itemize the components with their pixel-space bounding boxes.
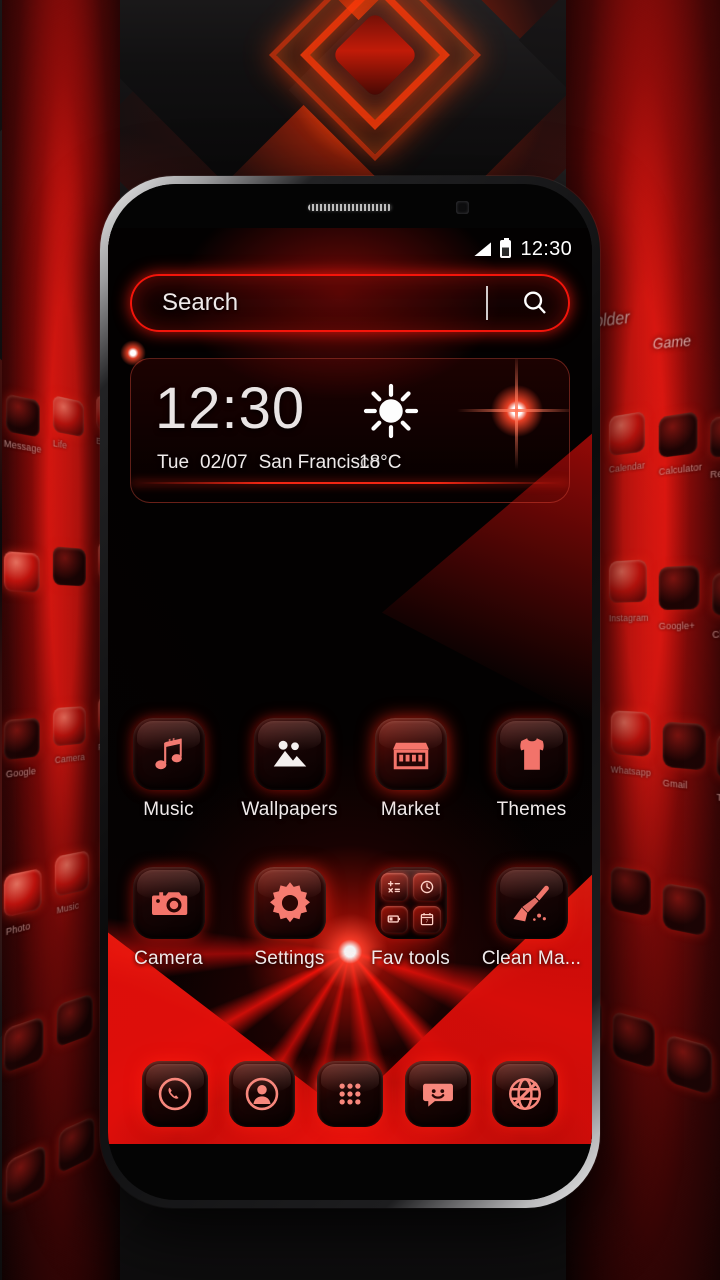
screenshot-scene: Message Life Email Google Camera Faceboo… bbox=[0, 0, 720, 1280]
panel-right-title-game: Game bbox=[652, 331, 693, 353]
panel-right-label: Chrome bbox=[712, 628, 720, 640]
dock bbox=[108, 1044, 592, 1144]
search-divider bbox=[486, 286, 488, 320]
status-bar: 12:30 bbox=[108, 228, 592, 270]
widget-clock: 12:30 bbox=[155, 376, 306, 441]
phone-screen-frame: 12:30 Search 12:30 Tue 02/07 San Francis… bbox=[108, 184, 592, 1200]
phone-screen: 12:30 Search 12:30 Tue 02/07 San Francis… bbox=[108, 228, 592, 1144]
app-label: Clean Ma... bbox=[481, 948, 582, 969]
app-themes[interactable]: Themes bbox=[471, 718, 592, 821]
battery-icon bbox=[500, 238, 512, 258]
app-label: Fav tools bbox=[371, 948, 450, 969]
phone-device: 12:30 Search 12:30 Tue 02/07 San Francis… bbox=[100, 176, 600, 1208]
panel-right-label: Instagram bbox=[608, 612, 649, 624]
lens-flare-icon bbox=[457, 359, 569, 469]
search-input[interactable]: Search bbox=[132, 289, 486, 317]
gear-icon bbox=[253, 867, 326, 939]
app-grid-row: Music Wallpapers Market Themes bbox=[108, 718, 592, 821]
search-bar[interactable]: Search bbox=[130, 274, 570, 332]
search-icon[interactable] bbox=[512, 288, 558, 318]
panel-left-label: Life bbox=[52, 437, 68, 451]
app-label: Settings bbox=[254, 948, 325, 969]
image-mountain-icon bbox=[253, 718, 326, 790]
globe-icon[interactable] bbox=[492, 1061, 559, 1127]
phone-icon[interactable] bbox=[141, 1061, 208, 1127]
contact-icon[interactable] bbox=[229, 1061, 296, 1127]
app-grid: Music Wallpapers Market Themes Camera Se… bbox=[108, 718, 592, 970]
clock-weather-widget[interactable]: 12:30 Tue 02/07 San Francisco 18°C bbox=[130, 358, 570, 503]
app-camera[interactable]: Camera bbox=[108, 867, 229, 970]
app-settings[interactable]: Settings bbox=[229, 867, 350, 970]
app-label: Camera bbox=[134, 948, 203, 969]
app-grid-icon[interactable] bbox=[316, 1061, 383, 1127]
clock-icon bbox=[413, 873, 441, 901]
app-label: Themes bbox=[496, 799, 567, 820]
app-grid-row: Camera Settings 7 Fav tools Clean Ma... bbox=[108, 867, 592, 970]
panel-right-label: Google+ bbox=[658, 620, 696, 632]
app-label: Market bbox=[380, 799, 441, 820]
tshirt-icon bbox=[495, 718, 568, 790]
fav-tools-mini-grid: 7 bbox=[380, 873, 441, 933]
folder-quad-icon: 7 bbox=[374, 867, 447, 939]
message-smiley-icon[interactable] bbox=[404, 1061, 471, 1127]
app-wallpapers[interactable]: Wallpapers bbox=[229, 718, 350, 821]
app-market[interactable]: Market bbox=[350, 718, 471, 821]
broom-icon bbox=[495, 867, 568, 939]
app-fav-tools[interactable]: 7 Fav tools bbox=[350, 867, 471, 970]
lens-flare-icon bbox=[120, 340, 146, 366]
calculator-icon bbox=[380, 873, 408, 901]
battery-icon bbox=[380, 905, 408, 933]
app-label: Wallpapers bbox=[241, 799, 338, 820]
sun-icon bbox=[361, 381, 421, 441]
widget-date: 02/07 bbox=[200, 452, 248, 473]
phone-bottom-bezel bbox=[108, 1144, 592, 1200]
app-music[interactable]: Music bbox=[108, 718, 229, 821]
calendar-icon: 7 bbox=[413, 905, 441, 933]
music-note-icon bbox=[132, 718, 205, 790]
app-label: Music bbox=[143, 799, 194, 820]
app-clean-master[interactable]: Clean Ma... bbox=[471, 867, 592, 970]
svg-text:7: 7 bbox=[425, 919, 428, 925]
widget-temperature: 18°C bbox=[359, 452, 402, 473]
widget-underline bbox=[131, 482, 569, 484]
status-bar-clock: 12:30 bbox=[520, 237, 572, 260]
camera-icon bbox=[132, 867, 205, 939]
store-icon bbox=[374, 718, 447, 790]
earpiece-speaker-icon bbox=[308, 204, 392, 211]
front-camera-icon bbox=[456, 201, 469, 214]
signal-icon bbox=[474, 242, 492, 256]
widget-date-location: Tue 02/07 San Francisco bbox=[157, 452, 380, 474]
widget-day: Tue bbox=[157, 452, 190, 473]
